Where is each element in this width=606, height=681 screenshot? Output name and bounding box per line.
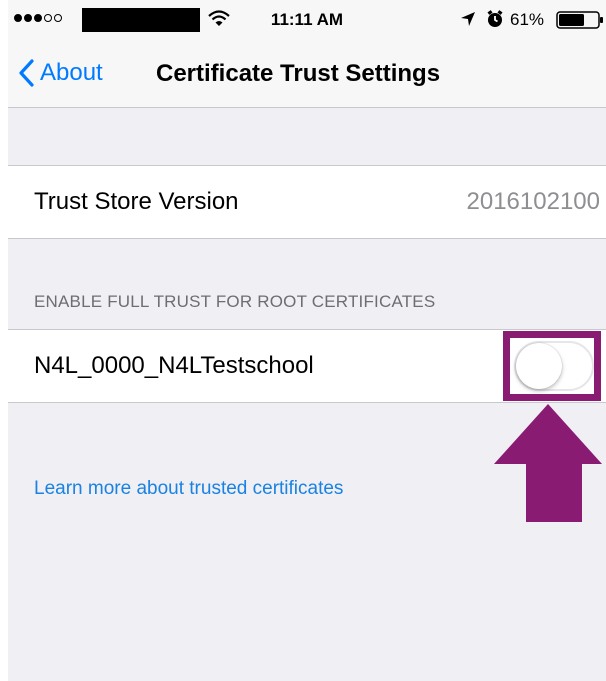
- section-header: ENABLE FULL TRUST FOR ROOT CERTIFICATES: [34, 292, 436, 311]
- back-button[interactable]: About: [18, 54, 103, 92]
- chevron-left-icon: [19, 59, 34, 87]
- navigation-bar: About Certificate Trust Settings: [8, 40, 606, 108]
- location-arrow-icon: [461, 12, 475, 26]
- back-button-label: About: [40, 59, 103, 86]
- page-title: Certificate Trust Settings: [156, 60, 441, 87]
- toggle-knob: [516, 343, 562, 389]
- certificate-row: N4L_0000_N4LTestschool: [8, 329, 606, 403]
- battery-icon: [556, 11, 603, 29]
- trust-store-version-label: Trust Store Version: [34, 188, 239, 215]
- certificate-name: N4L_0000_N4LTestschool: [34, 352, 314, 379]
- up-arrow-annotation-icon: [494, 404, 602, 522]
- battery-percent: 61%: [510, 10, 545, 29]
- status-bar: 11:11 AM 61%: [8, 0, 606, 40]
- alarm-icon: [487, 10, 503, 27]
- certificate-trust-toggle[interactable]: [514, 341, 594, 391]
- settings-screen: 11:11 AM 61% About Certificate Trust Set…: [8, 0, 606, 681]
- trust-store-version-value: 2016102100: [466, 188, 600, 215]
- trust-store-version-row: Trust Store Version 2016102100: [8, 165, 606, 239]
- learn-more-link[interactable]: Learn more about trusted certificates: [34, 478, 343, 500]
